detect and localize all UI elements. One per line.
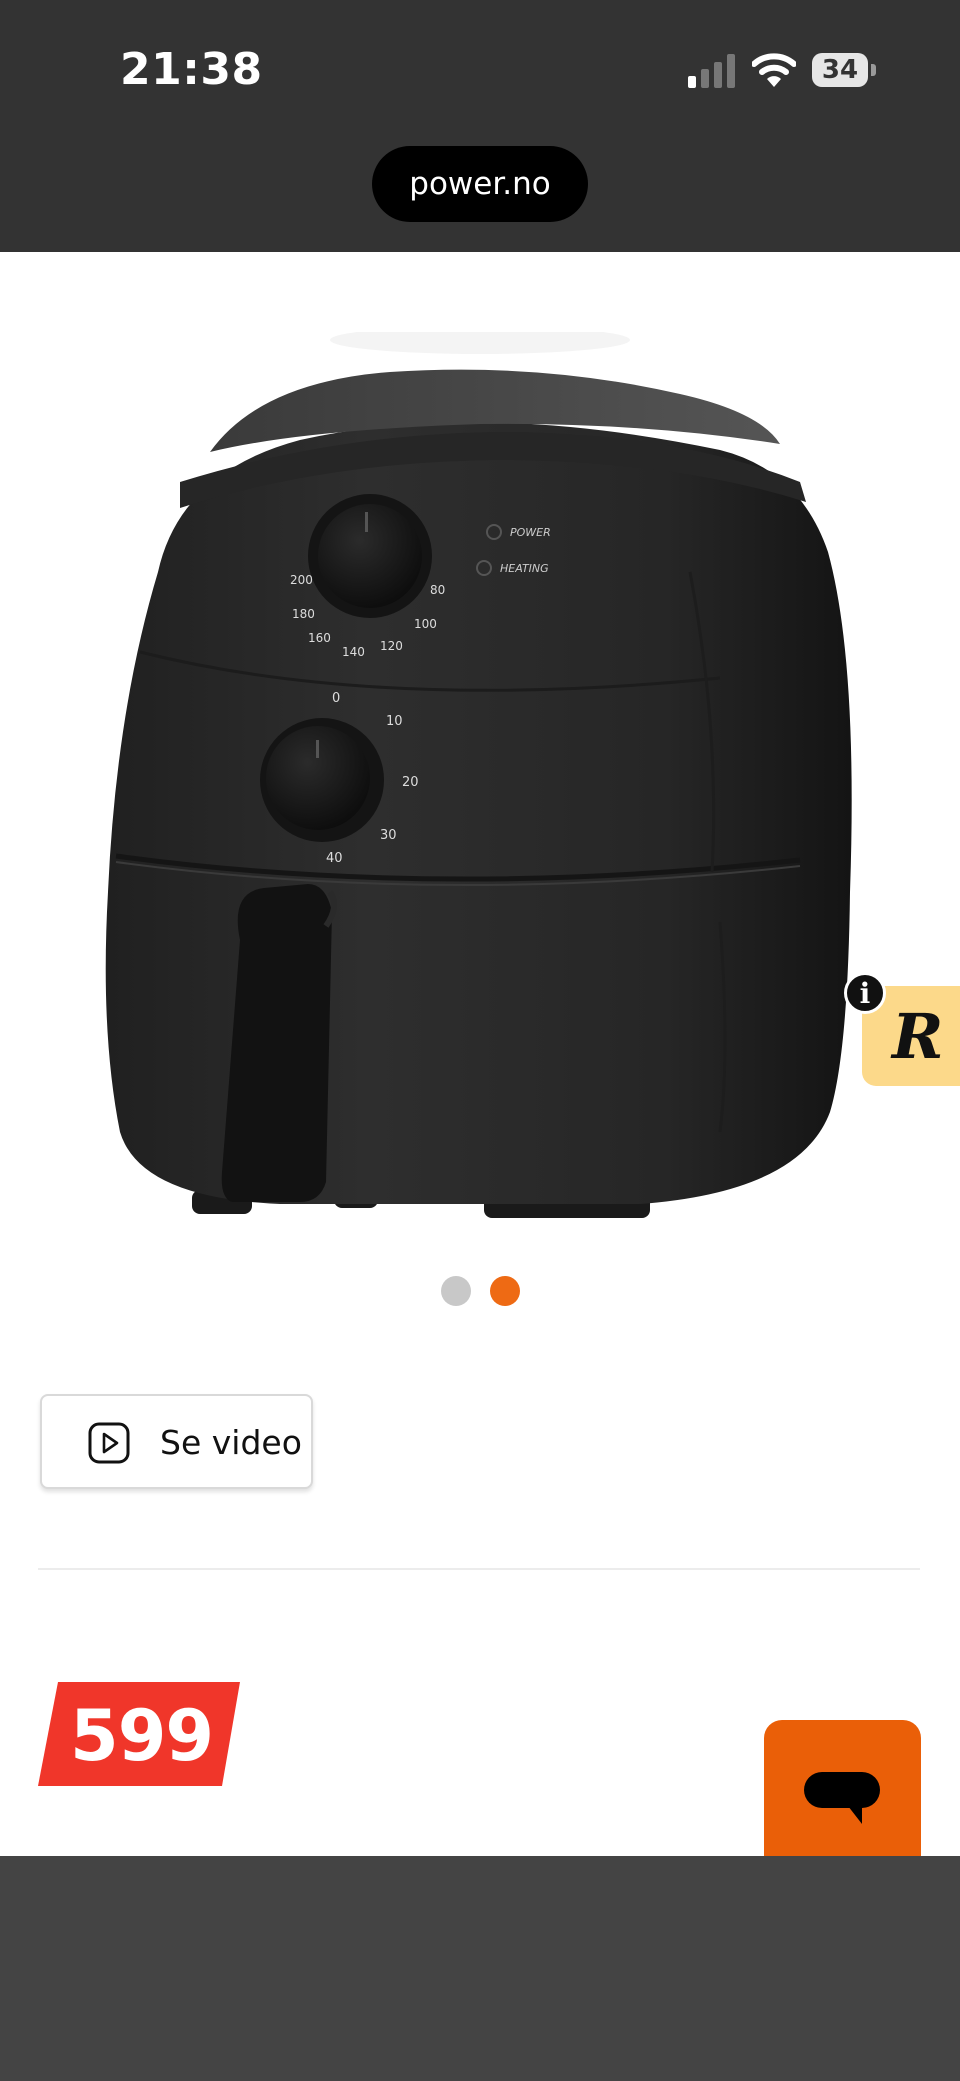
play-icon — [88, 1422, 130, 1464]
address-bar[interactable]: power.no — [372, 146, 588, 222]
carousel-dot-1[interactable] — [441, 1276, 471, 1306]
battery-level: 34 — [812, 53, 868, 87]
chat-button[interactable] — [764, 1720, 921, 1860]
svg-text:10: 10 — [386, 714, 403, 729]
svg-text:100: 100 — [414, 617, 437, 631]
floating-badge[interactable]: R i — [844, 972, 960, 1088]
svg-text:120: 120 — [380, 639, 403, 653]
status-bar: 21:38 34 power.no — [0, 0, 960, 252]
browser-bottom-bar — [0, 1856, 960, 2081]
svg-text:140: 140 — [342, 645, 365, 659]
svg-text:40: 40 — [326, 851, 343, 866]
air-fryer-product-image[interactable]: 200 180 160 140 120 100 80 POWER HEATING… — [80, 332, 880, 1232]
watch-video-button[interactable]: Se video — [40, 1394, 313, 1489]
cellular-signal-icon — [688, 54, 735, 88]
watch-video-label: Se video — [160, 1423, 302, 1462]
svg-text:160: 160 — [308, 631, 331, 645]
svg-text:180: 180 — [292, 607, 315, 621]
svg-text:HEATING: HEATING — [500, 562, 549, 575]
wifi-icon — [752, 53, 796, 87]
svg-text:POWER: POWER — [510, 526, 551, 539]
page-content: 200 180 160 140 120 100 80 POWER HEATING… — [0, 252, 960, 1860]
divider — [38, 1568, 920, 1570]
svg-text:80: 80 — [430, 583, 445, 597]
battery-icon: 34 — [812, 53, 876, 87]
product-price: 599 — [70, 1695, 214, 1777]
status-time: 21:38 — [120, 44, 263, 95]
info-icon[interactable]: i — [844, 972, 886, 1014]
carousel-dot-2-active[interactable] — [490, 1276, 520, 1306]
svg-text:200: 200 — [290, 573, 313, 587]
chat-bubble-icon — [804, 1772, 880, 1824]
svg-text:30: 30 — [380, 828, 397, 843]
carousel-pagination — [0, 1276, 960, 1308]
badge-r-icon: R — [892, 1000, 944, 1073]
svg-text:0: 0 — [332, 691, 340, 706]
svg-text:20: 20 — [402, 775, 419, 790]
